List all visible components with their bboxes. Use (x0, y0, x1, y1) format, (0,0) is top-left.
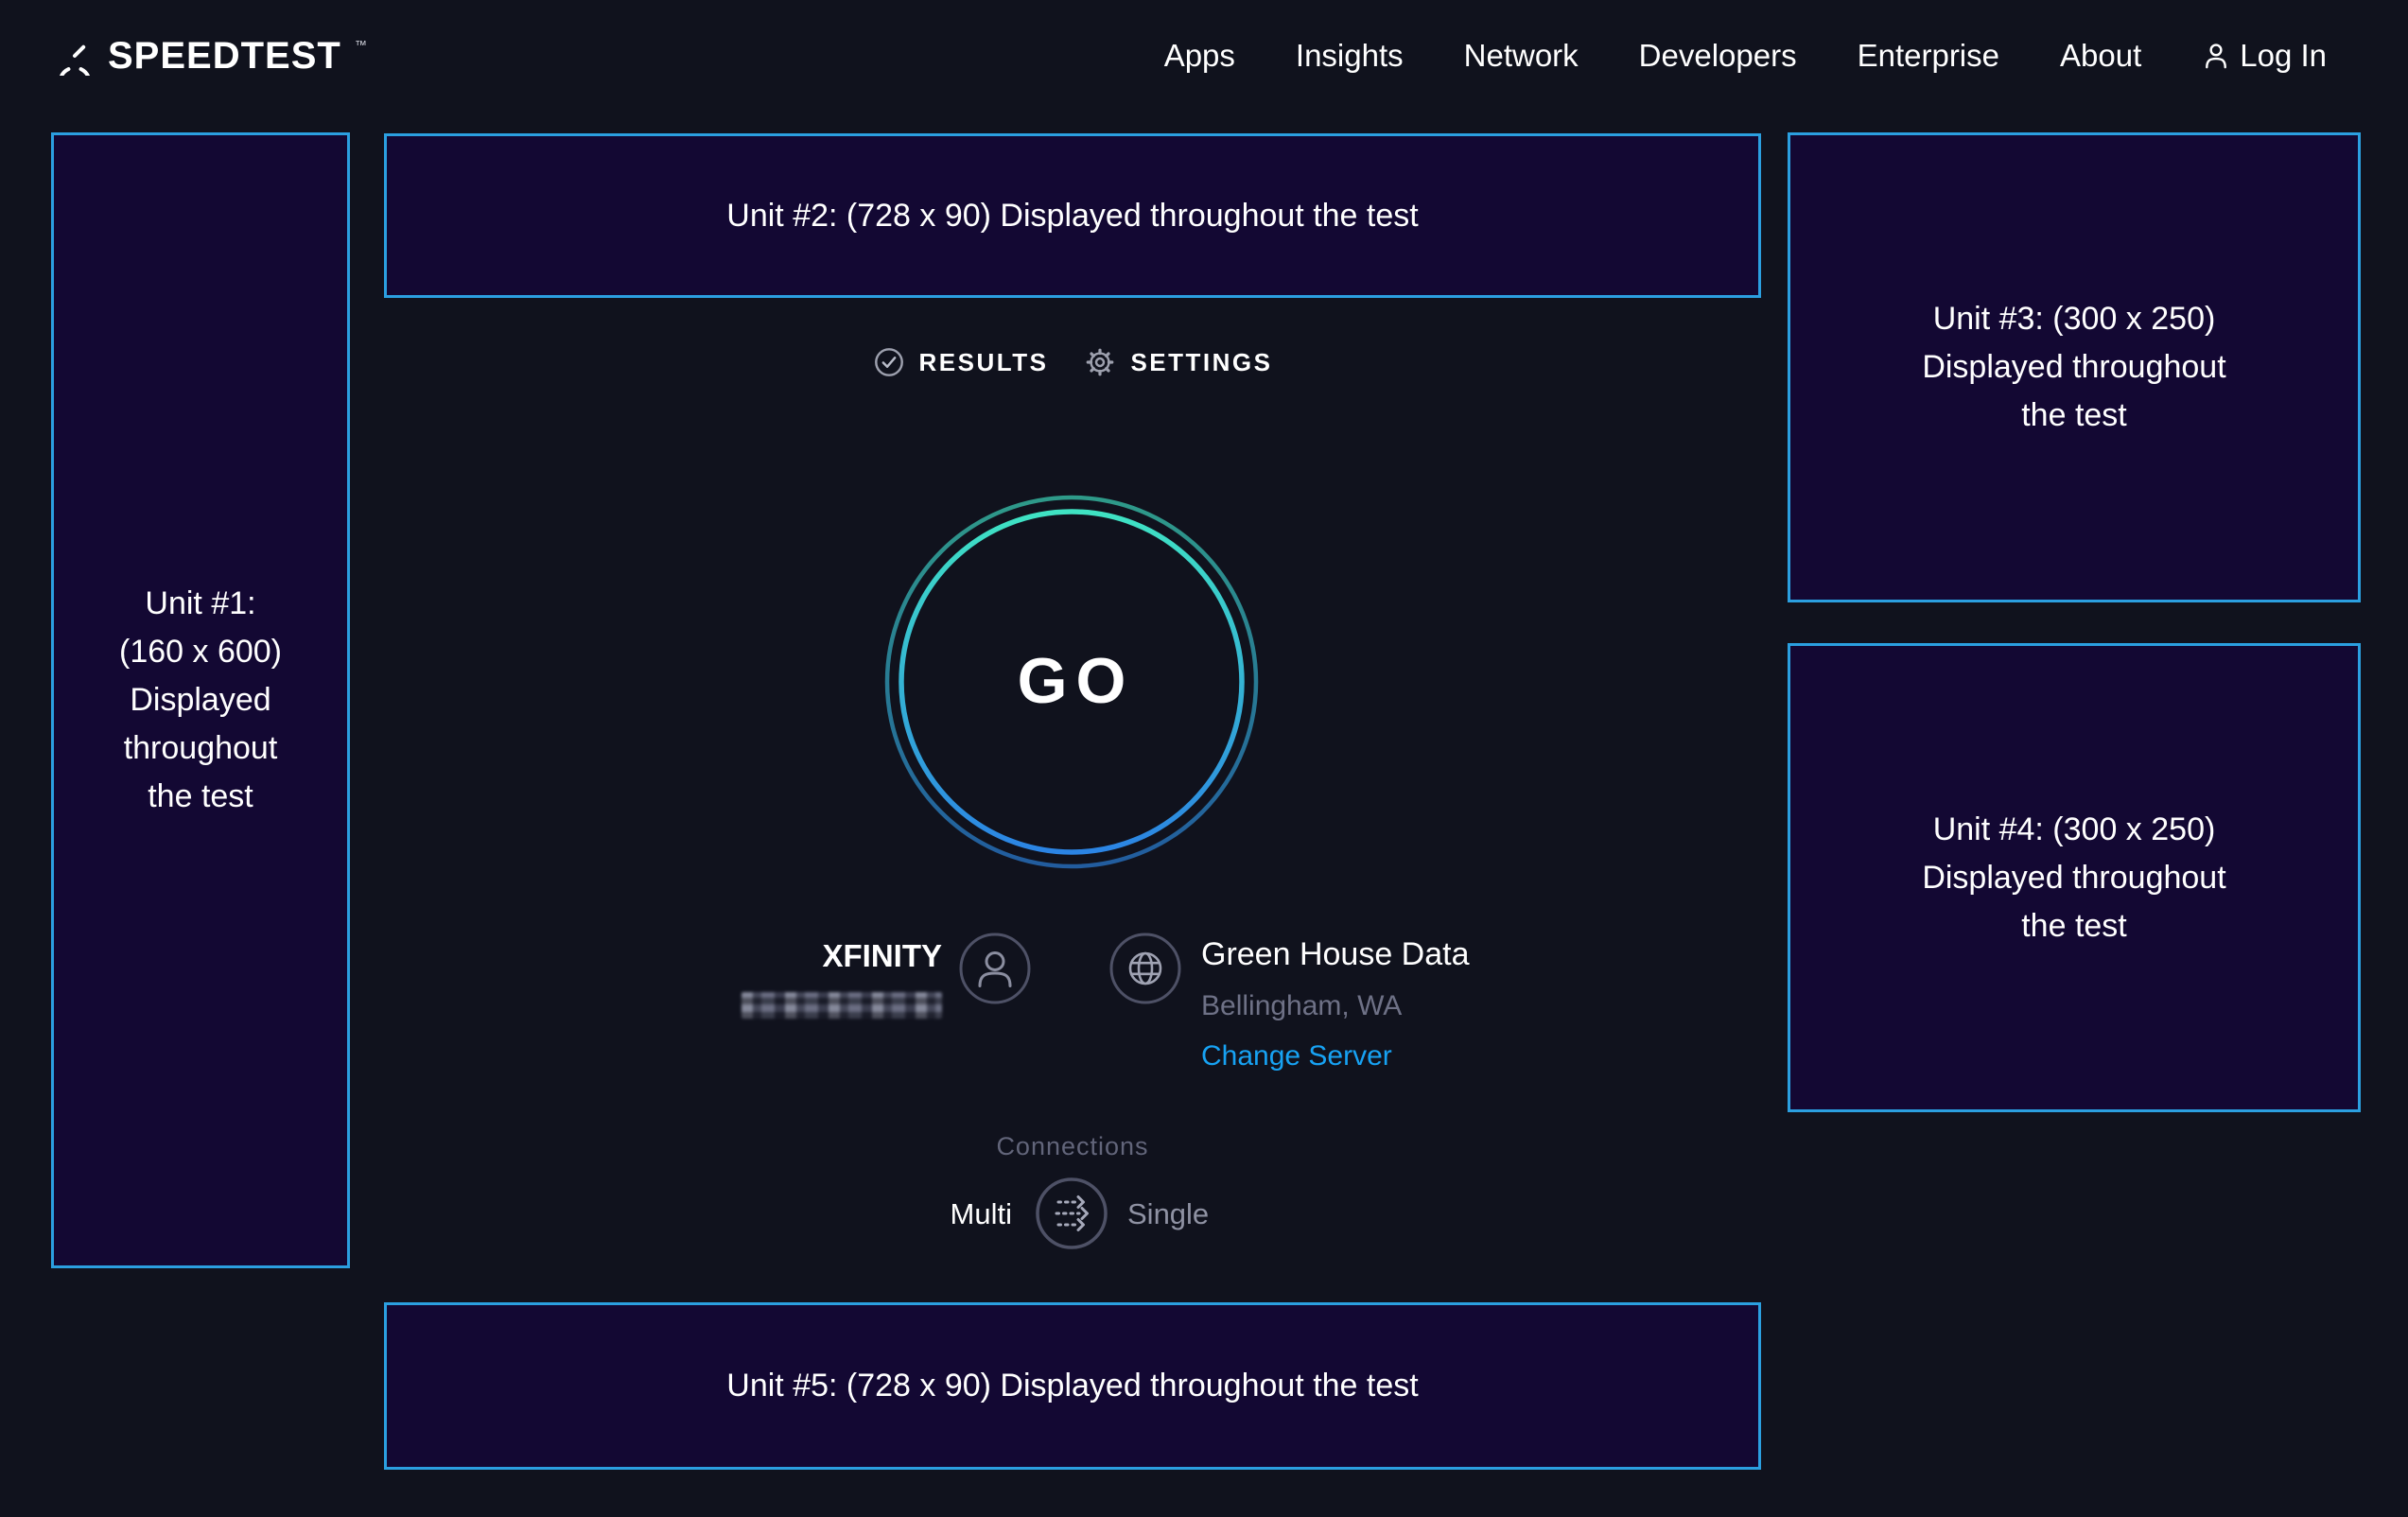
check-circle-icon (873, 346, 905, 378)
tab-results[interactable]: RESULTS (873, 346, 1049, 378)
ad-unit-3[interactable]: Unit #3: (300 x 250) Displayed throughou… (1788, 132, 2361, 602)
user-icon (2202, 40, 2230, 72)
nav-menu: Apps Insights Network Developers Enterpr… (1164, 38, 2327, 74)
tab-bar: RESULTS SETTINGS (384, 339, 1761, 386)
nav-item-network[interactable]: Network (1464, 38, 1579, 74)
tab-results-label: RESULTS (919, 348, 1049, 377)
connections-multi-option[interactable]: Multi (813, 1197, 1012, 1231)
login-label: Log In (2240, 38, 2327, 74)
server-globe-icon (1108, 932, 1182, 1005)
ad-unit-5-text: Unit #5: (728 x 90) Displayed throughout… (726, 1362, 1418, 1410)
ad-unit-1-text: Displayed (130, 676, 270, 724)
isp-ip-redacted (742, 992, 942, 1019)
tab-settings[interactable]: SETTINGS (1084, 346, 1272, 378)
connections-single-option[interactable]: Single (1127, 1197, 1209, 1231)
login-button[interactable]: Log In (2202, 38, 2327, 74)
ad-unit-3-text: Unit #3: (300 x 250) (1933, 295, 2216, 343)
speedtest-logo[interactable]: SPEEDTEST ™ (55, 36, 367, 76)
isp-name: XFINITY (662, 938, 942, 974)
server-location: Bellingham, WA (1201, 990, 1402, 1022)
speedometer-icon (55, 36, 95, 76)
connections-toggle-icon[interactable] (1034, 1176, 1109, 1251)
tab-settings-label: SETTINGS (1130, 348, 1272, 377)
logo-text: SPEEDTEST (108, 36, 341, 76)
nav-item-enterprise[interactable]: Enterprise (1858, 38, 1999, 74)
gear-icon (1084, 346, 1116, 378)
ad-unit-3-text: the test (2021, 392, 2127, 440)
ad-unit-1-text: Unit #1: (145, 580, 255, 628)
ad-unit-1-text: throughout (124, 724, 278, 773)
nav-item-about[interactable]: About (2060, 38, 2141, 74)
top-nav: SPEEDTEST ™ Apps Insights Network Develo… (0, 0, 2408, 112)
ad-unit-2[interactable]: Unit #2: (728 x 90) Displayed throughout… (384, 133, 1761, 298)
ad-unit-4[interactable]: Unit #4: (300 x 250) Displayed throughou… (1788, 643, 2361, 1112)
ad-unit-4-text: the test (2021, 902, 2127, 950)
ad-unit-1[interactable]: Unit #1: (160 x 600) Displayed throughou… (51, 132, 350, 1268)
logo-trademark: ™ (355, 38, 367, 52)
ad-unit-1-text: (160 x 600) (119, 628, 282, 676)
server-name: Green House Data (1201, 936, 1470, 973)
go-button-rings (882, 492, 1261, 870)
connections-label: Connections (384, 1132, 1761, 1161)
change-server-link[interactable]: Change Server (1201, 1040, 1392, 1072)
ad-unit-3-text: Displayed throughout (1922, 343, 2225, 392)
ad-unit-4-text: Displayed throughout (1922, 854, 2225, 902)
go-button[interactable]: GO (882, 492, 1261, 870)
isp-person-icon (958, 932, 1032, 1005)
nav-item-developers[interactable]: Developers (1639, 38, 1797, 74)
ad-unit-2-text: Unit #2: (728 x 90) Displayed throughout… (726, 192, 1418, 240)
ad-unit-1-text: the test (148, 773, 253, 821)
ad-unit-5[interactable]: Unit #5: (728 x 90) Displayed throughout… (384, 1302, 1761, 1470)
nav-item-apps[interactable]: Apps (1164, 38, 1235, 74)
ad-unit-4-text: Unit #4: (300 x 250) (1933, 806, 2216, 854)
nav-item-insights[interactable]: Insights (1296, 38, 1404, 74)
